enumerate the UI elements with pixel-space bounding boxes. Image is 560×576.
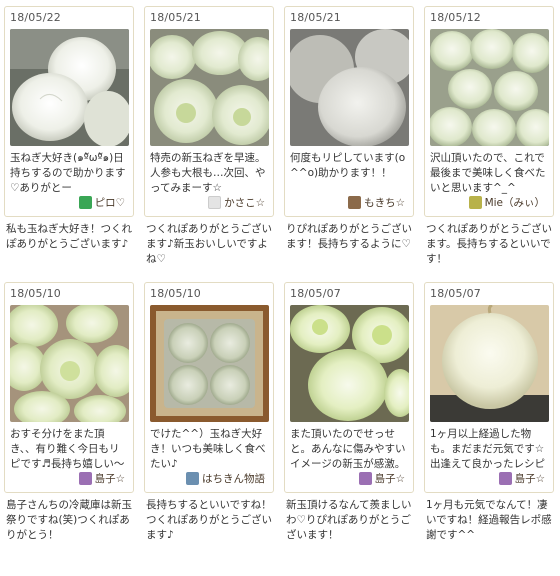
- report-date: 18/05/07: [430, 287, 482, 300]
- author-reply: 私も玉ねぎ大好き！つくれぽありがとうございます♪: [6, 223, 132, 250]
- report-date: 18/05/22: [10, 11, 62, 24]
- report-comment: おすそ分けをまた頂き、、有り難く今日もリピです♬長持ち嬉しい〜: [10, 428, 125, 470]
- report-col: 18/05/07 また頂いたのでせっせと。あんなに傷みやすいイメージの新玉が感激…: [284, 282, 414, 546]
- user-name[interactable]: 島子☆: [515, 471, 545, 486]
- report-card[interactable]: 18/05/10 でけた^^）玉ねぎ大好き！いつも美味しく食べたい♪ はちきん物…: [144, 282, 274, 493]
- report-user[interactable]: 島子☆: [78, 471, 125, 486]
- user-name[interactable]: 島子☆: [95, 471, 125, 486]
- user-name[interactable]: Mie（みぃ）: [485, 195, 545, 210]
- author-reply: 1ヶ月も元気でなんて！凄いですね！経過報告レポ感謝です^^: [426, 499, 552, 541]
- author-reply: 島子さんちの冷蔵庫は新玉祭りですね(笑)つくれぽありがとう！: [6, 499, 132, 541]
- report-date: 18/05/07: [290, 287, 342, 300]
- report-user[interactable]: もきち☆: [348, 195, 405, 210]
- author-reply: 長持ちするといいですね！つくれぽありがとうございます♪: [146, 499, 272, 541]
- report-comment: 沢山頂いたので、これで最後まで美味しく食べたいと思います^_^: [430, 152, 546, 194]
- report-comment: 何度もリピしています(o^^o)助かります！！: [290, 152, 406, 179]
- user-name[interactable]: ピロ♡: [95, 195, 125, 210]
- author-reply: つくれぽありがとうございます。長持ちするといいです！: [426, 223, 552, 265]
- report-card[interactable]: 18/05/21 特売の新玉ねぎを早速。人参も大根も…次回、やってみまーす☆ か…: [144, 6, 274, 217]
- report-user[interactable]: かさこ☆: [208, 195, 265, 210]
- report-date: 18/05/10: [150, 287, 202, 300]
- report-comment: 玉ねぎ大好き(๑ºัωºั๑)日持ちするので助かります♡ありがとー: [10, 152, 126, 194]
- report-user[interactable]: 島子☆: [358, 471, 405, 486]
- report-col: 18/05/07 1ヶ月以上経過した物も。まだまだ元気です☆出逢えて良かったレシ…: [424, 282, 554, 546]
- report-col: 18/05/10 おすそ分けをまた頂き、、有り難く今日もリピです♬長持ち嬉しい〜…: [4, 282, 134, 546]
- report-col: 18/05/21 特売の新玉ねぎを早速。人参も大根も…次回、やってみまーす☆ か…: [144, 6, 274, 270]
- report-user[interactable]: Mie（みぃ）: [468, 195, 545, 210]
- user-avatar-icon[interactable]: [498, 472, 512, 485]
- tsukurepo-grid: 18/05/22 玉ねぎ大好き(๑ºัωºั๑)日持ちするので助かります♡ありが…: [4, 6, 556, 546]
- report-card[interactable]: 18/05/07 また頂いたのでせっせと。あんなに傷みやすいイメージの新玉が感激…: [284, 282, 414, 493]
- report-user[interactable]: はちきん物語: [186, 471, 265, 486]
- user-name[interactable]: 島子☆: [375, 471, 405, 486]
- report-date: 18/05/12: [430, 11, 482, 24]
- report-comment: でけた^^）玉ねぎ大好き！いつも美味しく食べたい♪: [150, 428, 266, 470]
- report-date: 18/05/21: [150, 11, 202, 24]
- report-card[interactable]: 18/05/21 何度もリピしています(o^^o)助かります！！ もきち☆: [284, 6, 414, 217]
- report-card[interactable]: 18/05/10 おすそ分けをまた頂き、、有り難く今日もリピです♬長持ち嬉しい〜…: [4, 282, 134, 493]
- report-col: 18/05/12 沢山頂いたので、これで最後まで美味しく食べたいと思います^_^…: [424, 6, 554, 270]
- user-name[interactable]: かさこ☆: [224, 195, 265, 210]
- report-card[interactable]: 18/05/22 玉ねぎ大好き(๑ºัωºั๑)日持ちするので助かります♡ありが…: [4, 6, 134, 217]
- user-name[interactable]: はちきん物語: [202, 471, 265, 486]
- report-photo[interactable]: [430, 29, 549, 146]
- user-avatar-icon[interactable]: [208, 196, 222, 209]
- user-avatar-icon[interactable]: [348, 196, 362, 209]
- author-reply: 新玉頂けるなんて羨ましいわ♡りぴれぽありがとうございます！: [286, 499, 412, 541]
- user-avatar-icon[interactable]: [78, 472, 92, 485]
- report-card[interactable]: 18/05/12 沢山頂いたので、これで最後まで美味しく食べたいと思います^_^…: [424, 6, 554, 217]
- report-photo[interactable]: [10, 29, 129, 146]
- report-date: 18/05/10: [10, 287, 62, 300]
- report-photo[interactable]: [150, 29, 269, 146]
- report-photo[interactable]: [290, 305, 409, 422]
- author-reply: つくれぽありがとうございます♪新玉おいしいですよね♡: [146, 223, 272, 265]
- report-user[interactable]: ピロ♡: [78, 195, 125, 210]
- report-photo[interactable]: [290, 29, 409, 146]
- user-avatar-icon[interactable]: [186, 472, 199, 485]
- user-avatar-icon[interactable]: [468, 196, 482, 209]
- user-avatar-icon[interactable]: [358, 472, 372, 485]
- user-name[interactable]: もきち☆: [364, 195, 405, 210]
- report-comment: 1ヶ月以上経過した物も。まだまだ元気です☆出逢えて良かったレシピ: [430, 428, 545, 470]
- report-row-2: 18/05/10 おすそ分けをまた頂き、、有り難く今日もリピです♬長持ち嬉しい〜…: [4, 282, 556, 546]
- report-col: 18/05/10 でけた^^）玉ねぎ大好き！いつも美味しく食べたい♪ はちきん物…: [144, 282, 274, 546]
- report-photo[interactable]: [150, 305, 269, 422]
- report-card[interactable]: 18/05/07 1ヶ月以上経過した物も。まだまだ元気です☆出逢えて良かったレシ…: [424, 282, 554, 493]
- report-comment: 特売の新玉ねぎを早速。人参も大根も…次回、やってみまーす☆: [150, 152, 266, 194]
- report-comment: また頂いたのでせっせと。あんなに傷みやすいイメージの新玉が感激。: [290, 428, 406, 470]
- report-col: 18/05/21 何度もリピしています(o^^o)助かります！！ もきち☆ りぴ…: [284, 6, 414, 270]
- author-reply: りぴれぽありがとうございます！長持ちするように♡: [286, 223, 412, 250]
- report-photo[interactable]: [10, 305, 129, 422]
- report-date: 18/05/21: [290, 11, 342, 24]
- report-user[interactable]: 島子☆: [498, 471, 545, 486]
- report-col: 18/05/22 玉ねぎ大好き(๑ºัωºั๑)日持ちするので助かります♡ありが…: [4, 6, 134, 270]
- user-avatar-icon[interactable]: [78, 196, 92, 209]
- report-row-1: 18/05/22 玉ねぎ大好き(๑ºัωºั๑)日持ちするので助かります♡ありが…: [4, 6, 556, 270]
- report-photo[interactable]: [430, 305, 549, 422]
